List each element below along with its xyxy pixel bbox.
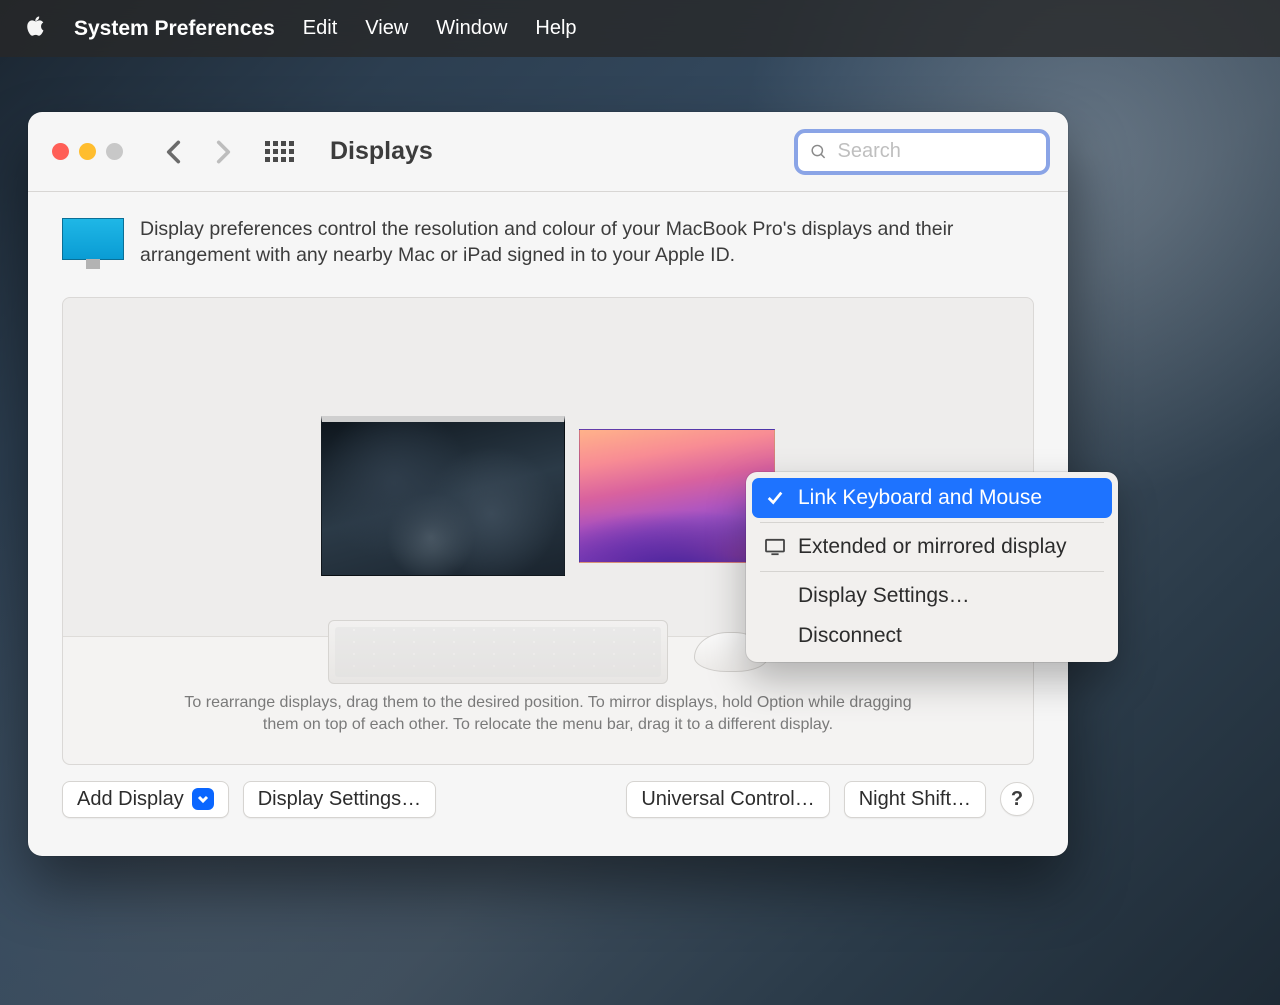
zoom-button[interactable] — [106, 143, 123, 160]
show-all-icon[interactable] — [265, 141, 294, 162]
display-settings-button[interactable]: Display Settings… — [243, 781, 436, 818]
close-button[interactable] — [52, 143, 69, 160]
intro-row: Display preferences control the resoluti… — [62, 216, 1034, 269]
keyboard-mouse-row — [328, 620, 768, 684]
chevron-down-icon — [192, 788, 214, 810]
popover-separator — [760, 522, 1104, 523]
forward-button — [209, 138, 237, 166]
displays-prefpane-icon — [62, 218, 124, 260]
menubar: System Preferences Edit View Window Help — [0, 0, 1280, 57]
search-field[interactable] — [794, 129, 1050, 175]
menu-help[interactable]: Help — [535, 17, 576, 40]
window-title: Displays — [330, 137, 433, 166]
menu-window[interactable]: Window — [436, 17, 507, 40]
popover-item-display-settings[interactable]: Display Settings… — [752, 576, 1112, 616]
popover-item-link-keyboard-mouse[interactable]: Link Keyboard and Mouse — [752, 478, 1112, 518]
popover-link-label: Link Keyboard and Mouse — [798, 486, 1042, 510]
menubar-app-name[interactable]: System Preferences — [74, 17, 275, 41]
check-icon — [764, 489, 786, 507]
back-button[interactable] — [159, 138, 187, 166]
nav-arrows — [159, 138, 237, 166]
hint-line-2: them on top of each other. To relocate t… — [184, 714, 911, 736]
traffic-lights — [52, 143, 123, 160]
popover-settings-label: Display Settings… — [798, 584, 970, 608]
search-icon — [810, 142, 828, 162]
display-primary[interactable] — [321, 416, 565, 576]
hint-line-1: To rearrange displays, drag them to the … — [184, 692, 911, 714]
universal-control-button[interactable]: Universal Control… — [626, 781, 829, 818]
preferences-window: Displays Display preferences control the… — [28, 112, 1068, 856]
menu-view[interactable]: View — [365, 17, 408, 40]
footer-buttons: Add Display Display Settings… Universal … — [62, 765, 1034, 818]
night-shift-button[interactable]: Night Shift… — [844, 781, 986, 818]
popover-item-disconnect[interactable]: Disconnect — [752, 616, 1112, 656]
popover-item-extended-mirrored[interactable]: Extended or mirrored display — [752, 527, 1112, 567]
apple-menu-icon[interactable] — [24, 13, 46, 45]
display-icon — [764, 538, 786, 556]
night-shift-label: Night Shift… — [859, 788, 971, 811]
display-options-popover: Link Keyboard and Mouse Extended or mirr… — [746, 472, 1118, 662]
display-settings-label: Display Settings… — [258, 788, 421, 811]
popover-disconnect-label: Disconnect — [798, 624, 902, 648]
arrangement-hints: To rearrange displays, drag them to the … — [184, 692, 911, 737]
popover-extended-label: Extended or mirrored display — [798, 535, 1066, 559]
search-input[interactable] — [838, 140, 1034, 163]
help-label: ? — [1011, 788, 1023, 811]
titlebar: Displays — [28, 112, 1068, 192]
keyboard-icon — [328, 620, 668, 684]
menu-edit[interactable]: Edit — [303, 17, 337, 40]
popover-separator — [760, 571, 1104, 572]
minimize-button[interactable] — [79, 143, 96, 160]
universal-control-label: Universal Control… — [641, 788, 814, 811]
help-button[interactable]: ? — [1000, 782, 1034, 816]
intro-text: Display preferences control the resoluti… — [140, 216, 1034, 269]
add-display-label: Add Display — [77, 788, 184, 811]
add-display-button[interactable]: Add Display — [62, 781, 229, 818]
